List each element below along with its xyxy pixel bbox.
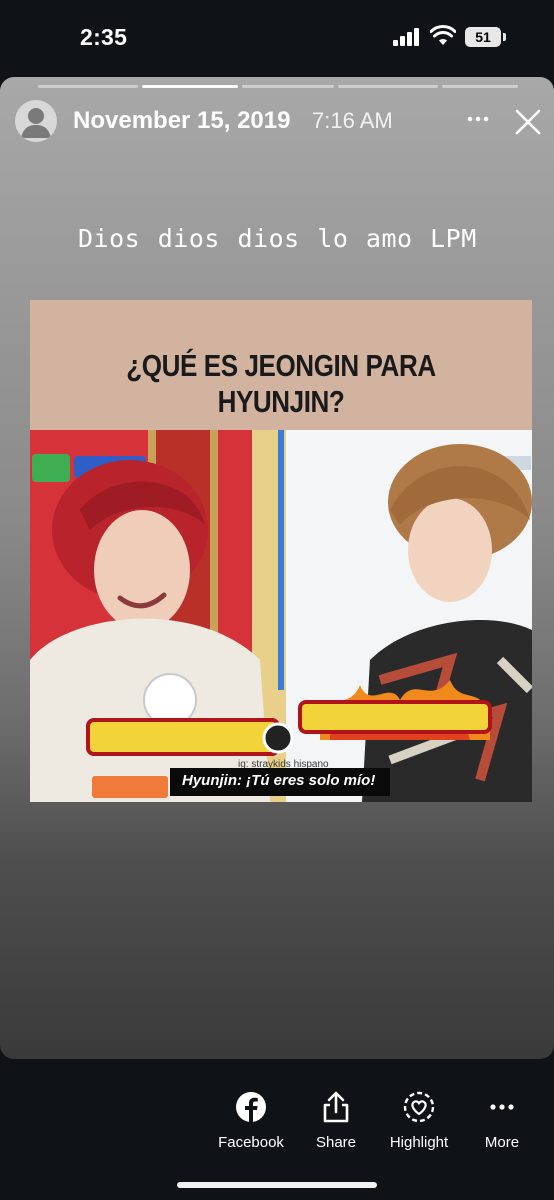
status-time: 2:35: [80, 24, 128, 50]
more-label: More: [484, 1134, 520, 1151]
battery-tip: [503, 33, 506, 41]
story-actions-bar: Facebook Share Highlight More: [0, 1060, 554, 1200]
photo-illustration: [30, 430, 532, 802]
story-time: 7:16 AM: [312, 108, 393, 133]
meme-subtitle: Hyunjin: ¡Tú eres solo mío!: [182, 772, 376, 789]
wifi-icon: [430, 25, 456, 45]
story-progress-2: [142, 85, 238, 88]
story-image: ¿QUÉ ES JEONGIN PARA HYUNJIN? ig: strayk…: [30, 300, 532, 802]
story-progress-3: [242, 85, 334, 88]
facebook-label: Facebook: [218, 1134, 284, 1151]
story-caption: Dios dios dios lo amo LPM: [78, 224, 477, 253]
story-progress-4: [338, 85, 438, 88]
facebook-button[interactable]: Facebook: [206, 1090, 296, 1151]
meme-photo: [30, 430, 532, 802]
highlight-button[interactable]: Highlight: [374, 1090, 464, 1151]
avatar[interactable]: [15, 100, 57, 142]
meme-header: ¿QUÉ ES JEONGIN PARA HYUNJIN?: [30, 300, 532, 430]
battery-icon: 51: [465, 27, 501, 47]
story-viewer[interactable]: November 15, 2019 7:16 AM Dios dios dios…: [0, 77, 554, 1059]
home-indicator[interactable]: [177, 1182, 377, 1188]
share-icon: [323, 1091, 349, 1123]
user-silhouette-icon: [21, 108, 51, 138]
status-bar: 2:35 51: [0, 0, 554, 76]
highlight-icon: [403, 1091, 435, 1123]
story-progress-1: [38, 85, 138, 88]
more-button[interactable]: More: [457, 1090, 547, 1151]
facebook-icon: [236, 1092, 266, 1123]
more-icon: [490, 1104, 514, 1110]
highlight-label: Highlight: [389, 1134, 449, 1151]
story-date: November 15, 2019: [73, 107, 291, 134]
story-progress-5: [442, 85, 518, 88]
meme-title: ¿QUÉ ES JEONGIN PARA HYUNJIN?: [126, 348, 436, 419]
close-icon[interactable]: [514, 108, 542, 136]
share-label: Share: [315, 1134, 357, 1151]
more-options-icon[interactable]: [466, 107, 490, 131]
share-button[interactable]: Share: [291, 1090, 381, 1151]
cellular-signal-icon: [393, 28, 421, 46]
